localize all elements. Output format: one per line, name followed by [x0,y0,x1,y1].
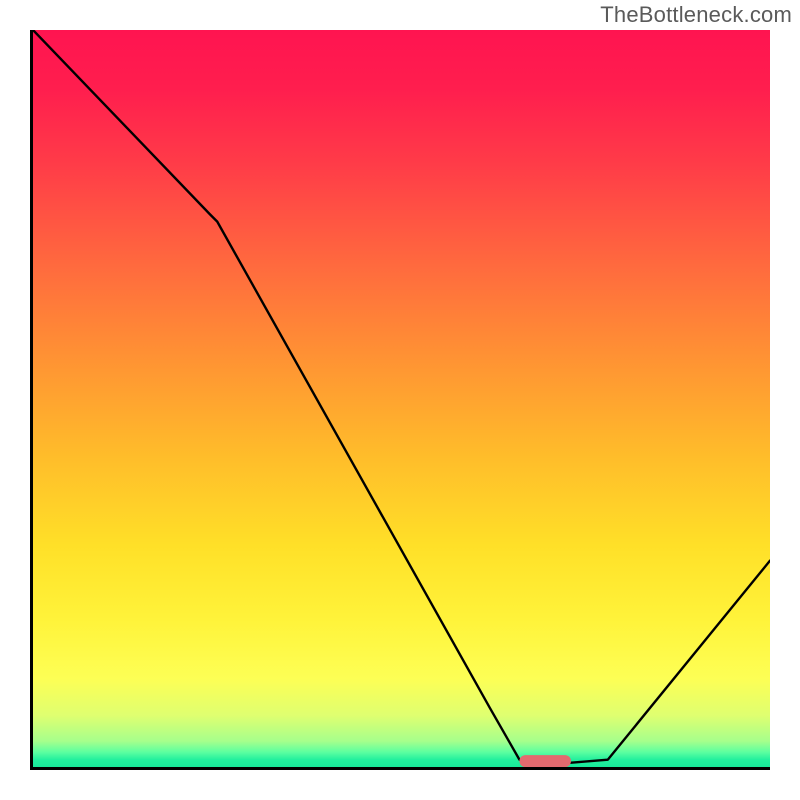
curve-line [33,30,770,763]
watermark-label: TheBottleneck.com [600,2,792,28]
plot-area [30,30,770,770]
optimum-marker [519,755,571,767]
chart-overlay [33,30,770,767]
chart-container: TheBottleneck.com [0,0,800,800]
